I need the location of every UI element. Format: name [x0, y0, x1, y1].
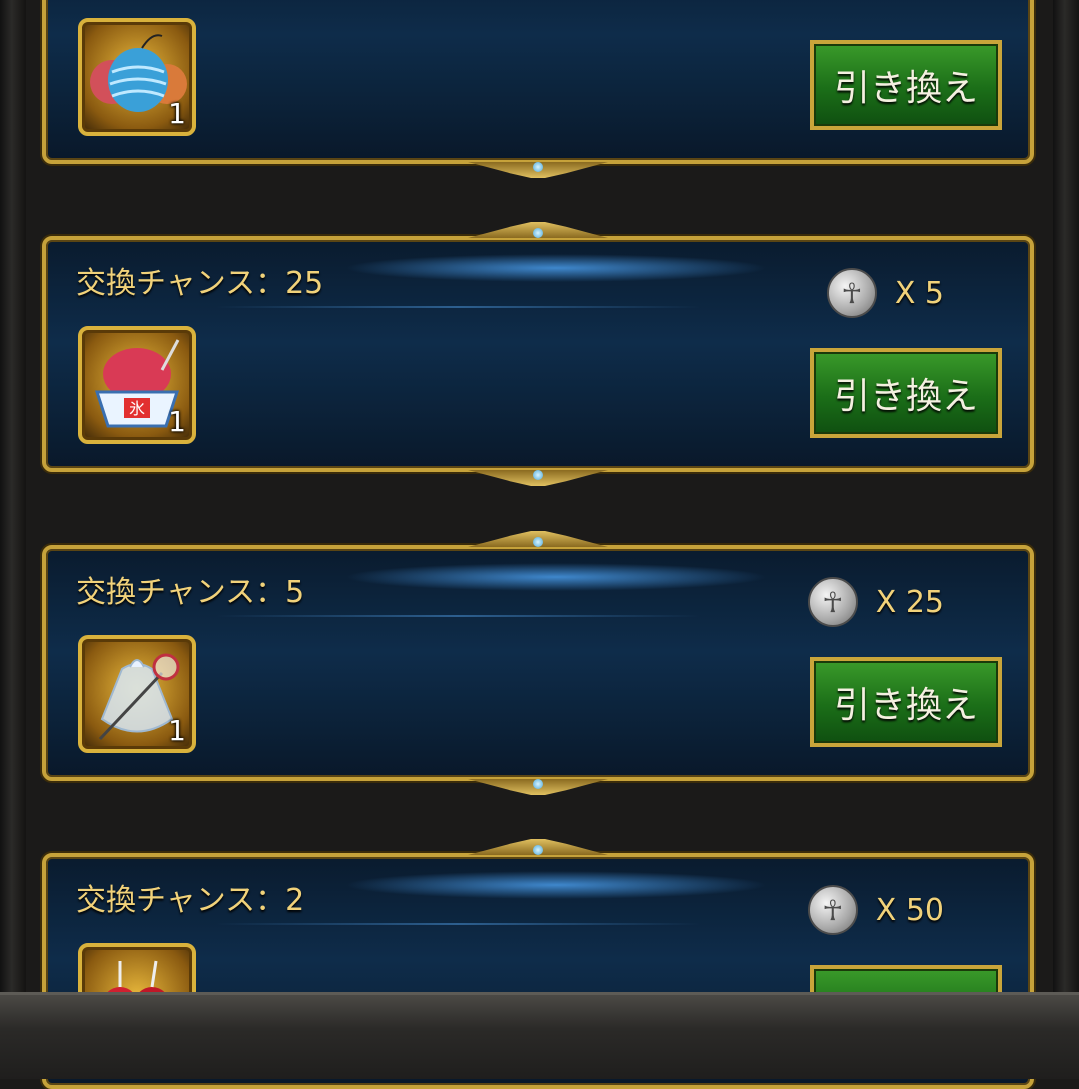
ankh-coin-icon: ☥ [807, 577, 858, 627]
item-slot-shaved-ice[interactable]: 氷 1 [78, 326, 196, 444]
cost: ☥ X 5 [826, 268, 944, 318]
exchange-chance-text: 交換チャンス：5 [76, 575, 305, 610]
gem-ornament [533, 228, 543, 238]
divider [216, 306, 700, 308]
cost-amount: X 25 [875, 584, 944, 620]
redeem-button[interactable]: 引き換え [810, 348, 1002, 438]
cost-amount: X 5 [894, 275, 944, 311]
exchange-card: 交換チャンス：25 ☥ X 5 氷 1 引き換え [42, 222, 1034, 472]
item-slot-goldfish-bag[interactable]: 1 [78, 635, 196, 753]
gem-ornament [533, 470, 543, 480]
redeem-button[interactable]: 引き換え [810, 657, 1002, 747]
svg-text:氷: 氷 [129, 399, 145, 418]
exchange-card: 交換チャンス：5 ☥ X 25 1 引き換え [42, 531, 1034, 781]
item-quantity: 1 [168, 714, 186, 747]
divider [216, 615, 700, 617]
exchange-chance-text: 交換チャンス：2 [76, 883, 305, 918]
gem-ornament [533, 845, 543, 855]
bottom-bar [0, 992, 1079, 1079]
cost: ☥ X 50 [807, 885, 944, 935]
redeem-button[interactable]: 引き換え [810, 40, 1002, 130]
exchange-list: 1 引き換え 交換チャンス：25 ☥ X 5 氷 1 引き換え 交換チャンス：5… [0, 0, 1079, 1089]
ankh-coin-icon: ☥ [826, 268, 877, 318]
gem-ornament [533, 537, 543, 547]
cost-amount: X 50 [875, 892, 944, 928]
gem-ornament [533, 779, 543, 789]
item-quantity: 1 [168, 405, 186, 438]
exchange-card: 1 引き換え [42, 0, 1034, 164]
item-slot-water-balloon[interactable]: 1 [78, 18, 196, 136]
gem-ornament [533, 162, 543, 172]
divider [216, 923, 700, 925]
cost: ☥ X 25 [807, 577, 944, 627]
exchange-chance-text: 交換チャンス：25 [76, 266, 324, 301]
ankh-coin-icon: ☥ [807, 885, 858, 935]
item-quantity: 1 [168, 97, 186, 130]
